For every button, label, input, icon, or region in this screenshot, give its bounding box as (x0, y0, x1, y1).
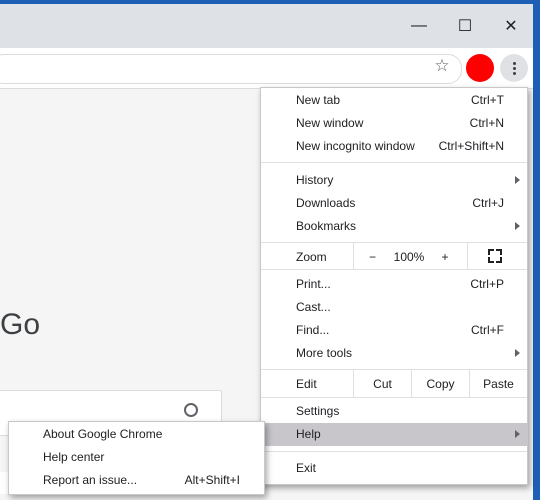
menu-item-downloads[interactable]: Downloads Ctrl+J (261, 192, 527, 215)
menu-item-new-window[interactable]: New window Ctrl+N (261, 112, 527, 135)
submenu-arrow-icon (515, 222, 520, 230)
submenu-item-label: About Google Chrome (43, 427, 163, 441)
menu-item-label: More tools (296, 346, 353, 360)
profile-avatar[interactable] (466, 54, 494, 82)
zoom-label: Zoom (296, 250, 327, 264)
menu-item-shortcut: Ctrl+Shift+N (438, 139, 504, 153)
menu-item-label: Help (296, 427, 321, 441)
title-bar: — ☐ ✕ (0, 4, 533, 48)
menu-item-label: Print... (296, 277, 331, 291)
menu-item-exit[interactable]: Exit (261, 457, 527, 480)
bookmark-star-icon[interactable]: ☆ (432, 56, 452, 76)
copy-button[interactable]: Copy (411, 370, 469, 397)
zoom-level-value: 100% (393, 249, 425, 264)
menu-item-shortcut: Ctrl+J (472, 196, 504, 210)
submenu-item-about-google-chrome[interactable]: About Google Chrome (9, 423, 264, 446)
kebab-dot-icon (512, 66, 516, 70)
zoom-out-button[interactable]: − (353, 243, 391, 270)
close-button[interactable]: ✕ (488, 8, 534, 44)
chrome-main-menu: New tab Ctrl+T New window Ctrl+N New inc… (260, 87, 528, 485)
menu-item-label: New tab (296, 93, 341, 107)
search-icon (184, 403, 198, 417)
copy-label: Copy (426, 376, 455, 391)
zoom-row: Zoom − 100% + (261, 243, 527, 270)
zoom-in-icon: + (441, 249, 449, 264)
menu-separator (261, 397, 527, 398)
menu-item-shortcut: Ctrl+F (471, 323, 504, 337)
submenu-item-help-center[interactable]: Help center (9, 446, 264, 469)
menu-item-label: Downloads (296, 196, 356, 210)
cut-label: Cut (373, 376, 392, 391)
submenu-item-shortcut: Alt+Shift+I (184, 473, 240, 487)
submenu-arrow-icon (515, 349, 520, 357)
browser-toolbar: ☆ (0, 48, 533, 89)
menu-item-label: Bookmarks (296, 219, 357, 233)
cut-button[interactable]: Cut (353, 370, 411, 397)
edit-row: Edit Cut Copy Paste (261, 370, 527, 397)
kebab-dot-icon (512, 61, 516, 65)
menu-item-label: Cast... (296, 300, 331, 314)
menu-item-new-tab[interactable]: New tab Ctrl+T (261, 89, 527, 112)
menu-item-new-incognito-window[interactable]: New incognito window Ctrl+Shift+N (261, 135, 527, 158)
menu-separator (261, 162, 527, 163)
paste-button[interactable]: Paste (469, 370, 527, 397)
menu-separator (261, 269, 527, 270)
menu-item-more-tools[interactable]: More tools (261, 342, 527, 365)
menu-item-label: Find... (296, 323, 330, 337)
minimize-button[interactable]: — (396, 8, 442, 44)
menu-item-cast[interactable]: Cast... (261, 296, 527, 319)
menu-item-label: New window (296, 116, 364, 130)
submenu-item-label: Report an issue... (43, 473, 138, 487)
kebab-dot-icon (512, 71, 516, 75)
zoom-in-button[interactable]: + (427, 243, 463, 270)
menu-item-bookmarks[interactable]: Bookmarks (261, 215, 527, 238)
maximize-button[interactable]: ☐ (442, 8, 488, 44)
menu-item-history[interactable]: History (261, 169, 527, 192)
help-submenu: About Google Chrome Help center Report a… (8, 421, 265, 495)
zoom-level: 100% (391, 243, 427, 270)
zoom-out-icon: − (368, 249, 376, 264)
close-icon: ✕ (504, 18, 518, 35)
paste-label: Paste (483, 376, 514, 391)
edit-label: Edit (296, 377, 317, 391)
submenu-arrow-icon (515, 430, 520, 438)
submenu-arrow-icon (515, 176, 520, 184)
menu-item-shortcut: Ctrl+P (470, 277, 504, 291)
google-logo-fragment: Go (0, 308, 41, 341)
menu-item-help[interactable]: Help (261, 423, 527, 446)
menu-item-print[interactable]: Print... Ctrl+P (261, 273, 527, 296)
address-bar[interactable] (0, 54, 462, 84)
chrome-menu-button[interactable] (500, 54, 528, 82)
menu-item-label: New incognito window (296, 139, 415, 153)
submenu-item-report-an-issue[interactable]: Report an issue... Alt+Shift+I (9, 469, 264, 492)
submenu-item-label: Help center (43, 450, 105, 464)
menu-separator (261, 451, 527, 452)
fullscreen-icon (488, 249, 502, 263)
menu-item-settings[interactable]: Settings (261, 400, 527, 423)
minimize-icon: — (411, 17, 427, 34)
menu-item-label: History (296, 173, 334, 187)
menu-item-label: Settings (296, 404, 340, 418)
maximize-icon: ☐ (457, 18, 473, 35)
menu-item-shortcut: Ctrl+T (471, 93, 504, 107)
menu-item-label: Exit (296, 461, 317, 475)
menu-item-shortcut: Ctrl+N (469, 116, 504, 130)
menu-item-find[interactable]: Find... Ctrl+F (261, 319, 527, 342)
